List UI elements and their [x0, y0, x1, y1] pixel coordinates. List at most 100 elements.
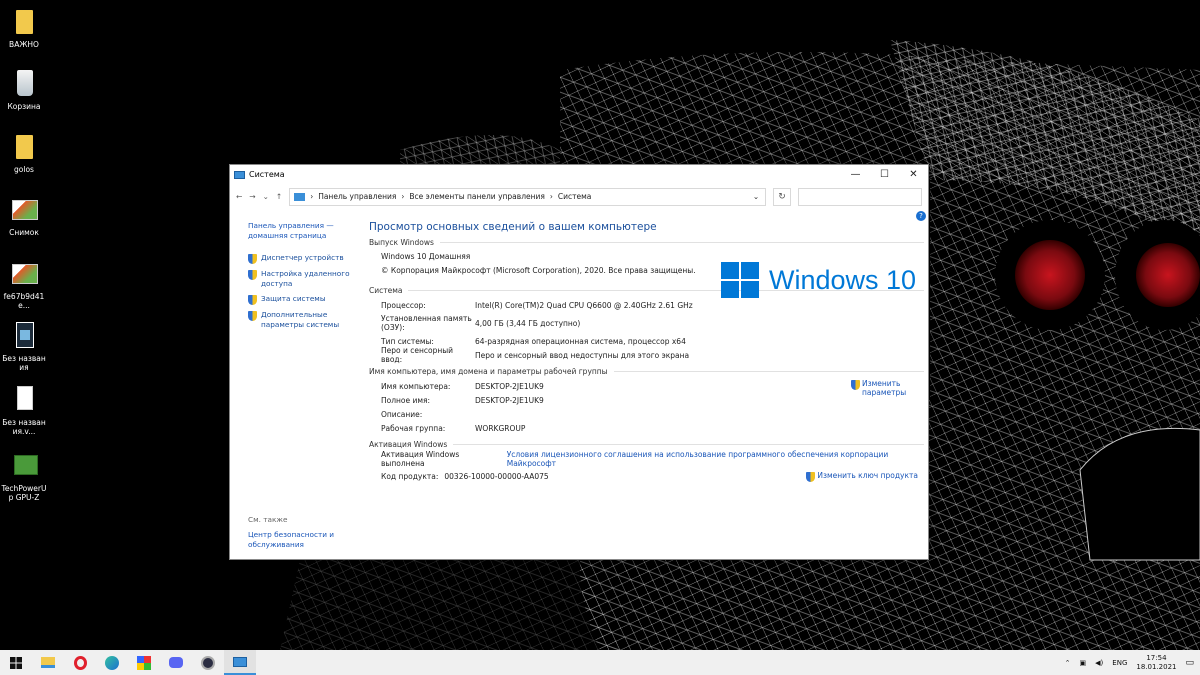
breadcrumb-item[interactable]: Все элементы панели управления	[409, 192, 545, 201]
breadcrumb-sep-icon: ›	[401, 192, 405, 201]
taskbar-file-explorer[interactable]	[32, 650, 64, 675]
file-explorer-icon	[41, 657, 55, 668]
opera-icon	[73, 655, 87, 670]
edge-icon	[105, 655, 119, 670]
shield-icon	[806, 471, 816, 482]
folder-icon	[8, 131, 40, 163]
product-key-value: 00326-10000-00000-AA075	[444, 471, 549, 481]
gpu-z-icon	[8, 450, 40, 482]
taskbar-system-window[interactable]	[224, 650, 256, 675]
table-row: Установленная память (ОЗУ): 4,00 ГБ (3,44…	[381, 314, 581, 332]
breadcrumb-item[interactable]: Система	[558, 192, 591, 201]
taskbar-discord[interactable]	[160, 650, 192, 675]
video-file-icon	[8, 320, 40, 352]
main-content: Просмотр основных сведений о вашем компь…	[369, 209, 924, 559]
sidebar-item-device-manager[interactable]: Диспетчер устройств	[248, 253, 360, 264]
start-button[interactable]	[0, 650, 32, 675]
sidebar-item-remote-settings[interactable]: Настройка удаленного доступа	[248, 269, 360, 289]
sidebar-item-system-protection[interactable]: Защита системы	[248, 294, 360, 305]
image-file-icon	[8, 258, 40, 290]
address-bar: ← → ⌄ ↑ › Панель управления › Все элемен…	[230, 184, 928, 209]
sidebar-item-label: Защита системы	[261, 294, 326, 303]
taskbar-opera[interactable]	[64, 650, 96, 675]
window-title: Система	[249, 170, 285, 179]
search-input[interactable]	[797, 187, 922, 206]
taskbar-rubiks-cube[interactable]	[128, 650, 160, 675]
computer-name-section-header: Имя компьютера, имя домена и параметры р…	[369, 367, 924, 376]
image-file-icon	[8, 194, 40, 226]
breadcrumb[interactable]: › Панель управления › Все элементы панел…	[289, 187, 767, 206]
windows-flag-icon	[721, 262, 759, 298]
table-row: Рабочая группа: WORKGROUP	[381, 423, 526, 433]
taskbar: ⌃ ▣ ◀) ENG 17:54 18.01.2021 ▭	[0, 650, 1200, 675]
windows-start-icon	[10, 656, 22, 669]
shield-icon	[248, 270, 257, 280]
change-product-key-link[interactable]: Изменить ключ продукта	[806, 471, 924, 482]
breadcrumb-sep-icon: ›	[310, 192, 314, 201]
tray-chevron-icon[interactable]: ⌃	[1065, 659, 1071, 667]
desktop-icon-fe67b9[interactable]: fe67b9d41e...	[0, 258, 48, 310]
breadcrumb-sep-icon: ›	[549, 192, 553, 201]
activation-section-header: Активация Windows	[369, 440, 924, 449]
system-window: Система — ☐ ✕ ← → ⌄ ↑ › Панель управлени…	[229, 164, 929, 560]
taskbar-edge[interactable]	[96, 650, 128, 675]
license-terms-link[interactable]: Условия лицензионного соглашения на испо…	[507, 450, 924, 468]
desktop-icon-label: Без названия.v...	[2, 418, 46, 436]
desktop-icon-video[interactable]: Без названия	[0, 320, 48, 372]
up-arrow-icon[interactable]: ↑	[276, 192, 282, 201]
sidebar: Панель управления — домашняя страница Ди…	[230, 209, 360, 559]
clock-time: 17:54	[1146, 653, 1167, 662]
maximize-button[interactable]: ☐	[870, 165, 899, 184]
language-indicator[interactable]: ENG	[1112, 659, 1127, 667]
taskbar-obs[interactable]	[192, 650, 224, 675]
file-icon	[8, 384, 40, 416]
network-icon[interactable]: ▣	[1080, 659, 1087, 667]
obs-icon	[201, 655, 215, 670]
table-row: Имя компьютера: DESKTOP-2JE1UK9	[381, 381, 544, 391]
refresh-icon[interactable]: ↻	[773, 187, 791, 206]
forward-arrow-icon[interactable]: →	[249, 192, 255, 201]
security-center-link[interactable]: Центр безопасности и обслуживания	[248, 530, 334, 549]
desktop-icon-label: TechPowerUp GPU-Z	[1, 484, 47, 502]
windows-10-text: Windows 10	[769, 264, 917, 295]
close-button[interactable]: ✕	[899, 165, 928, 184]
table-row: Полное имя: DESKTOP-2JE1UK9	[381, 395, 544, 405]
system-rows: Процессор: Intel(R) Core(TM)2 Quad CPU Q6…	[369, 298, 924, 365]
sidebar-item-advanced-settings[interactable]: Дополнительные параметры системы	[248, 310, 360, 330]
desktop-icon-recycle-bin[interactable]: Корзина	[0, 68, 48, 111]
activation-row: Активация Windows выполнена Условия лице…	[369, 450, 924, 468]
desktop-icon-text-file[interactable]: Без названия.v...	[0, 384, 48, 436]
clock[interactable]: 17:54 18.01.2021	[1136, 654, 1176, 672]
table-row: Описание:	[381, 409, 423, 419]
desktop-icon-label: Без названия	[2, 354, 46, 372]
dropdown-chevron-icon[interactable]: ⌄	[753, 192, 765, 201]
minimize-button[interactable]: —	[841, 165, 870, 184]
system-icon	[234, 170, 245, 179]
computer-rows: Имя компьютера: DESKTOP-2JE1UK9 Полное им…	[369, 379, 924, 435]
activation-status: Активация Windows выполнена	[381, 450, 460, 468]
title-bar[interactable]: Система — ☐ ✕	[230, 165, 928, 184]
desktop-icon-gpuz[interactable]: TechPowerUp GPU-Z	[0, 450, 48, 502]
breadcrumb-item[interactable]: Панель управления	[318, 192, 396, 201]
see-also-heading: См. также	[248, 515, 288, 524]
change-settings-link[interactable]: Изменить параметры	[851, 379, 911, 397]
table-row: Процессор: Intel(R) Core(TM)2 Quad CPU Q6…	[381, 300, 693, 310]
rubiks-cube-icon	[137, 655, 151, 670]
volume-icon[interactable]: ◀)	[1095, 659, 1103, 667]
desktop-icon-label: ВАЖНО	[9, 40, 39, 49]
desktop-icon-vazhno[interactable]: ВАЖНО	[0, 6, 48, 49]
desktop-icon-label: Снимок	[9, 228, 39, 237]
sidebar-item-label: Диспетчер устройств	[261, 253, 344, 262]
shield-icon	[851, 380, 860, 390]
system-icon	[233, 656, 247, 667]
desktop-icon-golos[interactable]: golos	[0, 131, 48, 174]
notifications-icon[interactable]: ▭	[1185, 658, 1194, 668]
sidebar-item-label: Настройка удаленного доступа	[261, 269, 350, 288]
desktop-icon-snimok[interactable]: Снимок	[0, 194, 48, 237]
control-panel-home-link[interactable]: Панель управления — домашняя страница	[248, 221, 334, 240]
back-arrow-icon[interactable]: ←	[236, 192, 242, 201]
edition-row: Windows 10 Домашняя	[381, 251, 471, 261]
page-title: Просмотр основных сведений о вашем компь…	[369, 221, 657, 233]
recent-locations-icon[interactable]: ⌄	[263, 192, 269, 201]
shield-icon	[248, 311, 257, 321]
